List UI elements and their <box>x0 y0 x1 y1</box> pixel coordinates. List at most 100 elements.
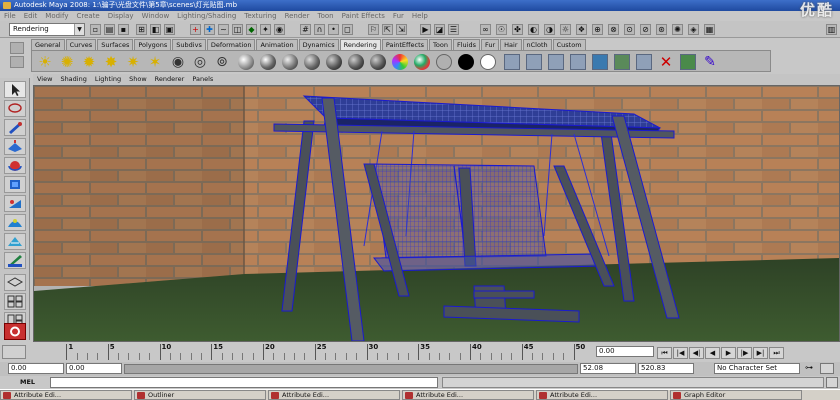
assign-material-icon[interactable] <box>680 54 696 70</box>
universal-manipulator-tool[interactable] <box>4 195 26 212</box>
taskbar-attribute-editor-2[interactable]: Attribute Edi... <box>268 390 400 400</box>
shading-map-icon[interactable] <box>480 54 496 70</box>
end-time-field[interactable]: 520.83 <box>638 363 694 374</box>
snap-point-icon[interactable]: • <box>328 24 339 35</box>
hypershade-layout-icon[interactable] <box>4 323 26 340</box>
tool-a-icon[interactable]: ∞ <box>480 24 491 35</box>
rotate-tool[interactable] <box>4 157 26 174</box>
play-forward-button[interactable]: ▶ <box>721 347 736 359</box>
camera-aim-icon[interactable]: ◎ <box>192 54 208 70</box>
tab-subdivs[interactable]: Subdivs <box>172 39 206 50</box>
time-slider-grip[interactable] <box>2 345 26 359</box>
volume-light-icon[interactable]: ✶ <box>147 54 163 70</box>
render-settings-icon[interactable]: ☰ <box>448 24 459 35</box>
ambient-light-icon[interactable]: ☀ <box>37 54 53 70</box>
render-globals-icon[interactable] <box>592 54 608 70</box>
menu-fur[interactable]: Fur <box>389 11 408 21</box>
tab-general[interactable]: General <box>31 39 65 50</box>
tab-animation[interactable]: Animation <box>256 39 298 50</box>
select-deformers-icon[interactable]: ◆ <box>246 24 257 35</box>
snap-curve-icon[interactable]: ∩ <box>314 24 325 35</box>
open-scene-icon[interactable]: ▤ <box>104 24 115 35</box>
menu-display[interactable]: Display <box>104 11 138 21</box>
tool-e-icon[interactable]: ◑ <box>544 24 555 35</box>
panel-menu-panels[interactable]: Panels <box>188 74 217 85</box>
menu-help[interactable]: Help <box>408 11 432 21</box>
lasso-tool[interactable] <box>4 100 26 117</box>
layout-four-icon[interactable] <box>4 293 26 310</box>
ipr-render-icon[interactable]: ◪ <box>434 24 445 35</box>
step-forward-key-button[interactable]: ▶| <box>753 347 768 359</box>
toggle-panel-icon[interactable]: ▥ <box>826 24 837 35</box>
taskbar-attribute-editor-4[interactable]: Attribute Edi... <box>536 390 668 400</box>
move-tool[interactable] <box>4 138 26 155</box>
tab-deformation[interactable]: Deformation <box>206 39 256 50</box>
current-time-field[interactable]: 0.00 <box>596 346 654 357</box>
animation-preferences-icon[interactable] <box>820 363 834 374</box>
area-light-icon[interactable]: ✷ <box>125 54 141 70</box>
playback-range-bar[interactable] <box>124 364 578 374</box>
blinn-material-icon[interactable] <box>260 54 276 70</box>
tab-painteffects[interactable]: PaintEffects <box>381 39 429 50</box>
tool-h-icon[interactable]: ⊕ <box>592 24 603 35</box>
batch-render-icon[interactable] <box>548 54 564 70</box>
select-dynamics-icon[interactable]: ✦ <box>260 24 271 35</box>
tab-surfaces[interactable]: Surfaces <box>97 39 134 50</box>
break-light-links-icon[interactable] <box>636 54 652 70</box>
point-light-icon[interactable]: ✹ <box>81 54 97 70</box>
panel-menu-shading[interactable]: Shading <box>56 74 90 85</box>
phong-material-icon[interactable] <box>282 54 298 70</box>
last-tool-used[interactable] <box>4 252 26 269</box>
select-object-icon[interactable]: ◧ <box>150 24 161 35</box>
menu-create[interactable]: Create <box>72 11 103 21</box>
tab-custom[interactable]: Custom <box>552 39 586 50</box>
menu-paint-effects[interactable]: Paint Effects <box>338 11 389 21</box>
tool-l-icon[interactable]: ⊛ <box>656 24 667 35</box>
tool-g-icon[interactable]: ❖ <box>576 24 587 35</box>
render-current-frame-icon[interactable]: ▶ <box>420 24 431 35</box>
select-joints-icon[interactable]: ✚ <box>204 24 215 35</box>
use-background-shader-icon[interactable] <box>458 54 474 70</box>
tab-fluids[interactable]: Fluids <box>452 39 480 50</box>
ipr-icon[interactable] <box>526 54 542 70</box>
select-tool[interactable] <box>4 81 26 98</box>
select-handles-icon[interactable]: + <box>190 24 201 35</box>
hypershade-icon[interactable] <box>570 54 586 70</box>
script-editor-icon[interactable] <box>826 377 838 388</box>
go-to-start-button[interactable]: ⏮ <box>657 347 672 359</box>
play-backward-button[interactable]: ◀ <box>705 347 720 359</box>
checker-texture-icon[interactable] <box>414 54 430 70</box>
new-scene-icon[interactable]: ▫ <box>90 24 101 35</box>
panel-menu-view[interactable]: View <box>33 74 56 85</box>
start-time-field[interactable]: 0.00 <box>8 363 64 374</box>
show-manipulator-tool[interactable] <box>4 233 26 250</box>
tool-c-icon[interactable]: ✤ <box>512 24 523 35</box>
tab-polygons[interactable]: Polygons <box>134 39 172 50</box>
tool-j-icon[interactable]: ⊙ <box>624 24 635 35</box>
step-back-frame-button[interactable]: ◀| <box>689 347 704 359</box>
tool-n-icon[interactable]: ◈ <box>688 24 699 35</box>
layout-single-icon[interactable] <box>4 274 26 291</box>
panel-menu-renderer[interactable]: Renderer <box>151 74 189 85</box>
playback-start-field[interactable]: 0.00 <box>66 363 122 374</box>
shelf-tab-menu-icon[interactable] <box>10 56 24 68</box>
paint-select-tool[interactable] <box>4 119 26 136</box>
layered-shader-icon[interactable] <box>348 54 364 70</box>
output-ops-icon[interactable]: ⇲ <box>396 24 407 35</box>
camera-icon[interactable]: ◉ <box>170 54 186 70</box>
tab-toon[interactable]: Toon <box>429 39 452 50</box>
tab-fur[interactable]: Fur <box>480 39 500 50</box>
snap-grid-icon[interactable]: # <box>300 24 311 35</box>
menu-edit[interactable]: Edit <box>20 11 42 21</box>
input-ops-icon[interactable]: ⇱ <box>382 24 393 35</box>
key-icon[interactable]: ⊶ <box>805 363 813 372</box>
phonge-material-icon[interactable] <box>304 54 320 70</box>
character-set-dropdown[interactable]: No Character Set <box>714 363 800 374</box>
history-icon[interactable]: ⚐ <box>368 24 379 35</box>
delete-icon[interactable]: ✕ <box>658 54 674 70</box>
camera-aim-up-icon[interactable]: ⊚ <box>214 54 230 70</box>
perspective-viewport[interactable] <box>33 85 840 342</box>
tab-curves[interactable]: Curves <box>65 39 97 50</box>
tool-f-icon[interactable]: ☼ <box>560 24 571 35</box>
select-component-icon[interactable]: ▣ <box>164 24 175 35</box>
